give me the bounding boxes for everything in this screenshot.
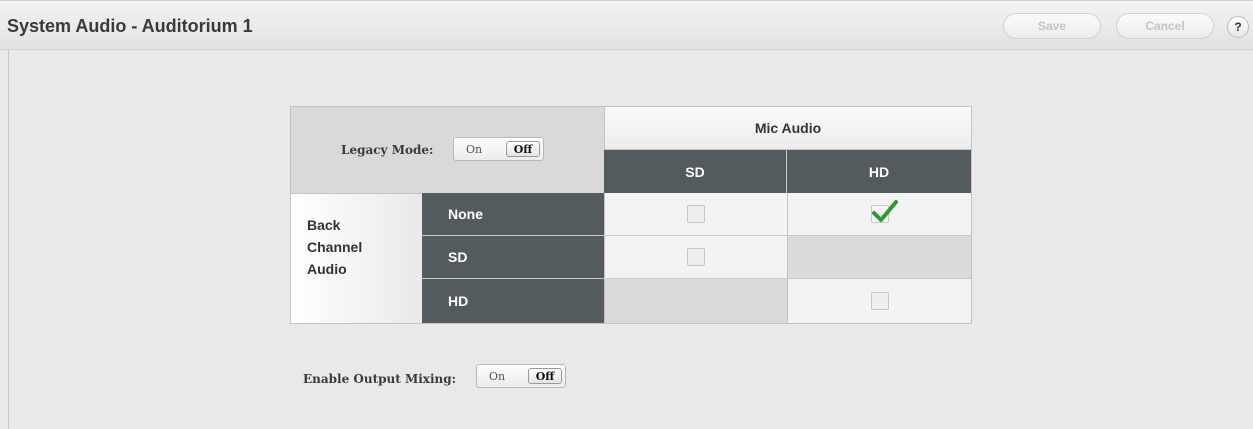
audio-matrix: Legacy Mode: On Off Mic Audio SD HD Back… [290,106,972,324]
checkbox-sd-sd[interactable] [687,248,705,266]
row-header-hd: HD [422,279,604,323]
help-icon[interactable]: ? [1227,16,1249,38]
cell-none-sd [604,193,787,236]
cancel-button[interactable]: Cancel [1116,13,1214,39]
legacy-mode-off-option[interactable]: Off [506,141,540,157]
header-bar: System Audio - Auditorium 1 Save Cancel … [0,0,1253,50]
cell-hd-hd [787,279,971,323]
back-channel-line-1: Back [307,217,341,233]
page-title: System Audio - Auditorium 1 [7,16,253,36]
checkmark-icon [871,200,898,222]
column-header-sd: SD [604,150,787,193]
output-mixing-off-option[interactable]: Off [528,368,562,384]
legacy-mode-label: Legacy Mode: [341,143,434,157]
legacy-mode-on-option[interactable]: On [459,141,489,157]
output-mixing-label: Enable Output Mixing: [303,372,457,386]
legacy-mode-area: Legacy Mode: On Off [291,107,604,193]
cell-sd-hd-unavailable [787,236,971,279]
checkbox-hd-hd[interactable] [870,292,889,310]
cell-none-hd [787,193,971,236]
output-mixing-on-option[interactable]: On [482,368,512,384]
legacy-mode-toggle[interactable]: On Off [453,137,544,161]
back-channel-audio-label: Back Channel Audio [291,193,422,323]
back-channel-line-2: Channel [307,239,363,255]
row-header-sd: SD [422,236,604,279]
mic-audio-header: Mic Audio [604,107,971,150]
back-channel-line-3: Audio [307,261,347,277]
cell-hd-sd-unavailable [604,279,787,323]
checkbox-none-hd[interactable] [870,200,898,223]
column-header-hd: HD [787,150,971,193]
cell-sd-sd [604,236,787,279]
output-mixing-toggle[interactable]: On Off [476,364,566,388]
checkbox-none-sd[interactable] [687,205,705,223]
save-button[interactable]: Save [1003,13,1101,39]
row-header-none: None [422,193,604,236]
